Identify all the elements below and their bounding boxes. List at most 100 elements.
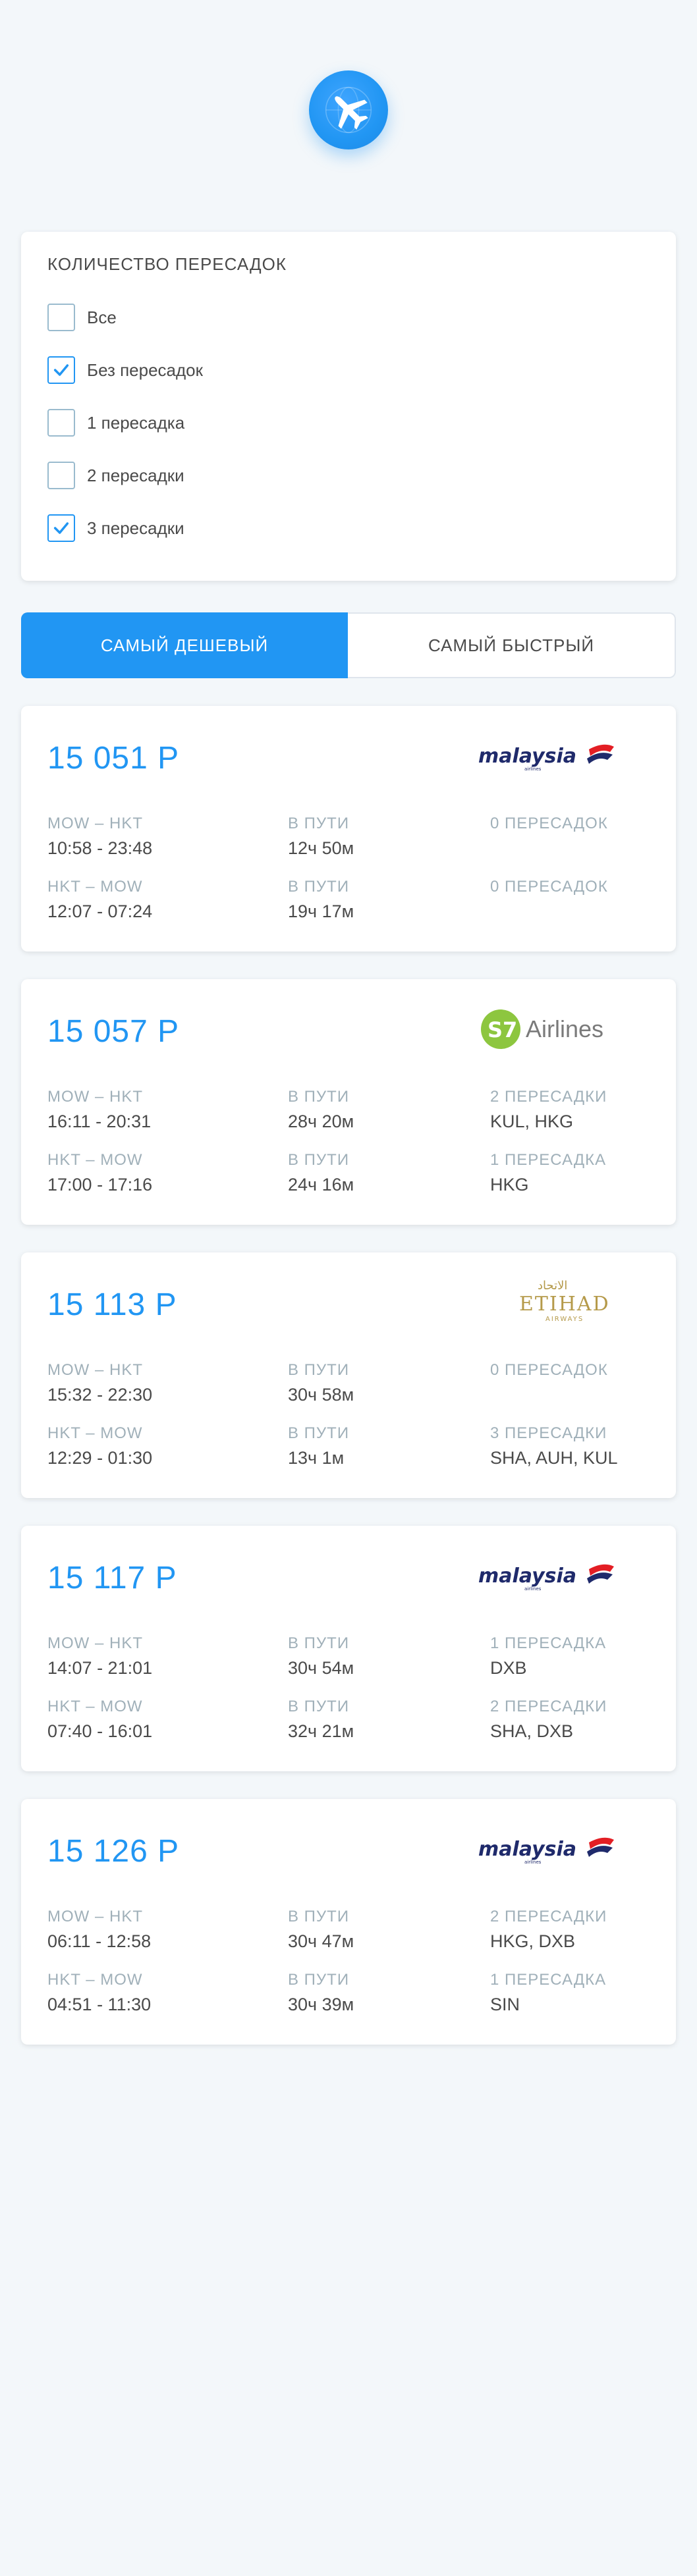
filter-checkbox[interactable] — [47, 304, 75, 331]
ticket-card[interactable]: 15 057 Р S7 Airlines MOW – HKT 16:11 - 20:31… — [21, 979, 676, 1225]
svg-text:malaysia: malaysia — [478, 1838, 576, 1861]
segment-route-column: HKT – MOW 04:51 - 11:30 — [47, 1969, 151, 2018]
tab-fastest[interactable]: САМЫЙ БЫСТРЫЙ — [348, 612, 676, 678]
segment-duration-column: В пути 30ч 54м — [288, 1632, 354, 1681]
svg-text:airlines: airlines — [524, 1586, 542, 1592]
segment-route-value: 15:32 - 22:30 — [47, 1385, 153, 1405]
svg-text:malaysia: malaysia — [478, 745, 576, 768]
svg-text:malaysia: malaysia — [478, 1565, 576, 1588]
segment-stops-column: 3 пересадки SHA, AUH, KUL — [490, 1422, 618, 1471]
segment-duration-column: В пути 30ч 39м — [288, 1969, 354, 2018]
segment-duration-column: В пути 19ч 17м — [288, 876, 354, 925]
segment-stops-column: 1 пересадка DXB — [490, 1632, 606, 1681]
ticket-segment: MOW – HKT 10:58 - 23:48 В пути 12ч 50м 0 пер… — [47, 813, 650, 865]
segment-stops-value: HKG — [490, 1175, 529, 1194]
segment-duration-column: В пути 13ч 1м — [288, 1422, 349, 1471]
segment-stops-header: 1 пересадка — [490, 1971, 607, 1989]
segment-duration-column: В пути 12ч 50м — [288, 813, 354, 861]
segment-duration-value: 32ч 21м — [288, 1721, 354, 1741]
svg-text:AIRWAYS: AIRWAYS — [545, 1316, 584, 1323]
segment-stops-value — [490, 898, 608, 925]
ticket-card[interactable]: 15 113 Р الاتحاد ETIHAD AIRWAYS MOW – HKT 15:… — [21, 1252, 676, 1498]
segment-duration-column: В пути 32ч 21м — [288, 1696, 354, 1744]
segment-route-column: MOW – HKT 06:11 - 12:58 — [47, 1906, 151, 1954]
segment-route-header: MOW – HKT — [47, 1361, 143, 1379]
segment-route-header: MOW – HKT — [47, 815, 143, 832]
segment-duration-column: В пути 30ч 47м — [288, 1906, 354, 1954]
segment-route-value: 10:58 - 23:48 — [47, 838, 153, 858]
filter-checkbox[interactable] — [47, 356, 75, 384]
segment-stops-column: 2 пересадки HKG, DXB — [490, 1906, 607, 1954]
segment-duration-header: В пути — [288, 878, 350, 896]
segment-route-column: HKT – MOW 12:07 - 07:24 — [47, 876, 152, 925]
segment-duration-value: 19ч 17м — [288, 901, 354, 921]
ticket-card[interactable]: 15 051 Р malaysia airlines MOW – HKT 10:58 -… — [21, 706, 676, 952]
segment-route-value: 07:40 - 16:01 — [47, 1721, 153, 1741]
ticket-price: 15 057 Р — [47, 1014, 180, 1049]
carrier-logo: malaysia airlines — [472, 1552, 617, 1599]
segment-duration-header: В пути — [288, 1361, 350, 1379]
malaysia-airlines-logo: malaysiaairlines — [478, 1837, 614, 1865]
ticket-segment: MOW – HKT 16:11 - 20:31 В пути 28ч 20м 2 пер… — [47, 1086, 650, 1139]
filter-checkbox[interactable] — [47, 514, 75, 542]
ticket-card[interactable]: 15 117 Р malaysia airlines MOW – HKT 14:07 -… — [21, 1526, 676, 1771]
segment-stops-header: 0 пересадок — [490, 878, 608, 896]
checkmark-icon — [53, 364, 69, 376]
segment-duration-value: 24ч 16м — [288, 1175, 354, 1194]
segment-stops-value: SHA, DXB — [490, 1721, 574, 1741]
segment-stops-header: 3 пересадки — [490, 1424, 607, 1442]
segment-duration-value: 12ч 50м — [288, 838, 354, 858]
sort-tabs: САМЫЙ ДЕШЕВЫЙ САМЫЙ БЫСТРЫЙ — [21, 612, 676, 678]
segment-duration-header: В пути — [288, 815, 350, 832]
segment-duration-value: 30ч 58м — [288, 1385, 354, 1405]
segment-stops-header: 1 пересадка — [490, 1634, 607, 1652]
ticket-price: 15 117 Р — [47, 1561, 177, 1596]
filter-option[interactable]: 2 пересадки — [47, 449, 650, 502]
filter-option[interactable]: 3 пересадки — [47, 502, 650, 554]
carrier-logo: الاتحاد ETIHAD AIRWAYS — [472, 1279, 617, 1326]
segment-route-column: MOW – HKT 10:58 - 23:48 — [47, 813, 152, 861]
segment-route-column: HKT – MOW 17:00 - 17:16 — [47, 1149, 152, 1198]
filter-checkbox[interactable] — [47, 462, 75, 489]
segment-duration-header: В пути — [288, 1151, 350, 1169]
segment-stops-column: 2 пересадки SHA, DXB — [490, 1696, 607, 1744]
segment-stops-value: HKG, DXB — [490, 1931, 576, 1951]
carrier-logo: malaysia airlines — [472, 1825, 617, 1873]
malaysia-airlines-logo: malaysiaairlines — [478, 744, 614, 772]
filter-checkbox[interactable] — [47, 409, 75, 437]
ticket-segment: HKT – MOW 04:51 - 11:30 В пути 30ч 39м 1 пер… — [47, 1969, 650, 2022]
filter-option[interactable]: Все — [47, 291, 650, 344]
segment-route-column: HKT – MOW 07:40 - 16:01 — [47, 1696, 152, 1744]
segment-route-column: HKT – MOW 12:29 - 01:30 — [47, 1422, 152, 1471]
segment-route-value: 12:07 - 07:24 — [47, 901, 153, 921]
segment-route-header: HKT – MOW — [47, 878, 143, 896]
ticket-price: 15 113 Р — [47, 1287, 177, 1322]
segment-stops-value — [490, 835, 608, 861]
segment-stops-value: SHA, AUH, KUL — [490, 1448, 618, 1468]
transfers-filter-panel: Количество пересадок Все Без пересадок 1 п… — [21, 232, 676, 581]
segment-stops-column: 0 пересадок — [490, 876, 608, 925]
filter-option-label: 3 пересадки — [87, 518, 184, 538]
ticket-segment: MOW – HKT 06:11 - 12:58 В пути 30ч 47м 2 пер… — [47, 1906, 650, 1958]
segment-route-value: 12:29 - 01:30 — [47, 1448, 153, 1468]
segment-stops-column: 1 пересадка HKG — [490, 1149, 606, 1198]
filter-option-label: Без пересадок — [87, 360, 204, 380]
segment-route-header: HKT – MOW — [47, 1424, 143, 1442]
segment-stops-column: 2 пересадки KUL, HKG — [490, 1086, 607, 1135]
filter-option[interactable]: Без пересадок — [47, 344, 650, 396]
filter-option-label: 1 пересадка — [87, 412, 185, 433]
segment-duration-value: 13ч 1м — [288, 1448, 345, 1468]
ticket-segment: HKT – MOW 17:00 - 17:16 В пути 24ч 16м 1 пер… — [47, 1149, 650, 1202]
segment-route-column: MOW – HKT 15:32 - 22:30 — [47, 1359, 152, 1408]
segment-route-column: MOW – HKT 16:11 - 20:31 — [47, 1086, 151, 1135]
segment-stops-header: 2 пересадки — [490, 1698, 607, 1715]
segment-duration-value: 30ч 54м — [288, 1658, 354, 1678]
ticket-card[interactable]: 15 126 Р malaysia airlines MOW – HKT 06:11 -… — [21, 1799, 676, 2045]
tab-cheapest[interactable]: САМЫЙ ДЕШЕВЫЙ — [21, 612, 348, 678]
segment-route-value: 14:07 - 21:01 — [47, 1658, 153, 1678]
filter-option[interactable]: 1 пересадка — [47, 396, 650, 449]
segment-duration-value: 28ч 20м — [288, 1112, 354, 1131]
app-logo — [309, 70, 388, 149]
ticket-segment: MOW – HKT 15:32 - 22:30 В пути 30ч 58м 0 пер… — [47, 1359, 650, 1412]
segment-duration-column: В пути 24ч 16м — [288, 1149, 354, 1198]
